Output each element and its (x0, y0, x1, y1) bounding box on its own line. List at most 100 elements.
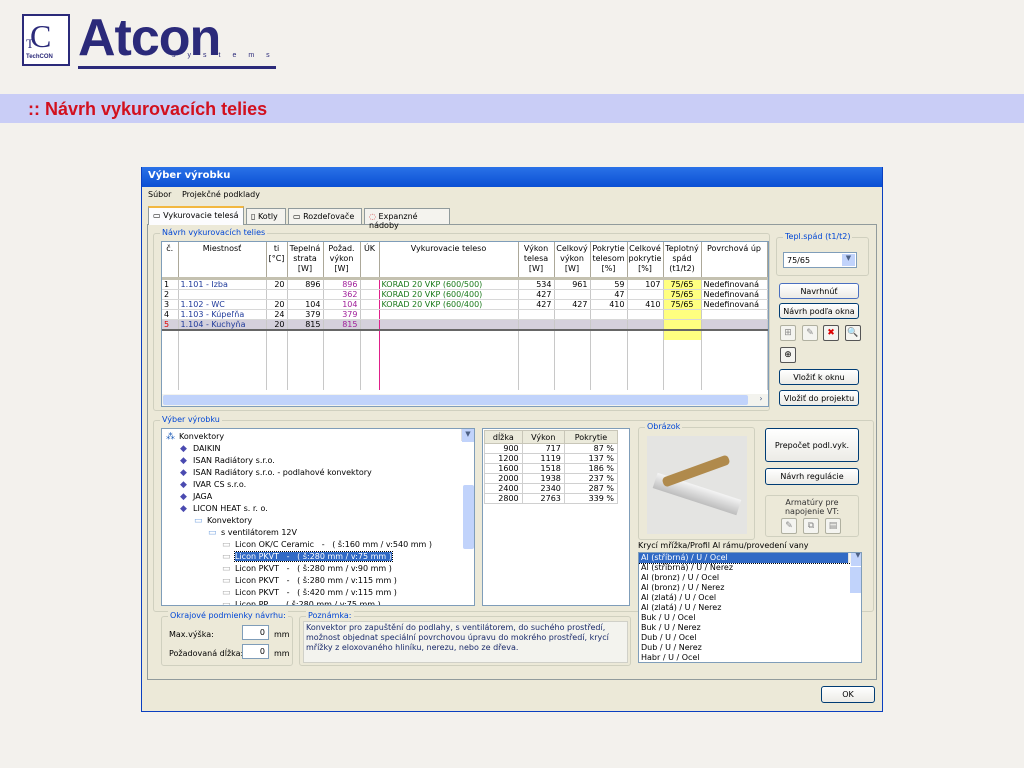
table-row[interactable]: 2 362 KORAD 20 VKP (600/400) 427 47 75/65 Nede… (162, 289, 768, 300)
grid-label: Krycí mřížka/Profil Al rámu/provedení va… (638, 541, 809, 550)
vlozit-k-oknu-button[interactable]: Vložiť k oknu (779, 369, 859, 385)
column-header[interactable]: Požad. výkon [W] (323, 242, 361, 280)
table-cell (590, 319, 628, 330)
table-row[interactable]: 5 1.104 - Kuchyňa 20 815 815 (162, 319, 768, 330)
list-item[interactable]: Al (bronz) / U / Ocel (639, 573, 849, 583)
column-header[interactable]: Výkon telesa [W] (518, 242, 555, 280)
tree-item[interactable]: ◆ IVAR CS s.r.o. (166, 479, 470, 491)
prepocet-button[interactable]: Prepočet podl.vyk. (765, 428, 859, 462)
table-cell: 2000 (484, 473, 523, 484)
column-header[interactable]: Povrchová úp (701, 242, 768, 280)
delete-icon[interactable]: ✖ (823, 325, 839, 341)
note-text: Konvektor pro zapuštění do podlahy, s ve… (303, 621, 628, 663)
column-header[interactable]: Teplotný spád (t1/t2) (663, 242, 702, 280)
tree-item[interactable]: ▭ Licon PKVT - ( š:280 mm / v:75 mm ) (166, 551, 470, 563)
table-cell: 237 % (563, 473, 619, 484)
table-row[interactable]: 900 717 87 % (484, 443, 619, 454)
horizontal-scrollbar[interactable]: › (162, 394, 768, 406)
list-item[interactable]: Dub / U / Ocel (639, 633, 849, 643)
column-header[interactable]: Pokrytie (563, 430, 619, 444)
list-item[interactable]: Dub / U / Nerez (639, 643, 849, 653)
tree-item[interactable]: ▭ Licon PKVT - ( š:420 mm / v:115 mm ) (166, 587, 470, 599)
tree-item[interactable]: ▭ s ventilátorem 12V (166, 527, 470, 539)
tab-rozdelovace[interactable]: ▭ Rozdeľovače (288, 208, 362, 224)
column-header[interactable]: Pokrytie telesom [%] (590, 242, 628, 280)
table-row[interactable]: 1600 1518 186 % (484, 463, 619, 474)
ok-button[interactable]: OK (821, 686, 875, 703)
table-row[interactable]: 1 1.101 - Izba 20 896 896 KORAD 20 VKP (600/5… (162, 278, 768, 290)
menu-projekcne-podklady[interactable]: Projekčné podklady (182, 190, 260, 199)
tree-item[interactable]: ▭ Konvektory (166, 515, 470, 527)
list-item[interactable]: Buk / U / Ocel (639, 613, 849, 623)
grid-options-list[interactable]: Al (stříbrná) / U / Ocel Al (stříbrná) / … (638, 552, 862, 663)
tree-item[interactable]: ◆ ISAN Radiátory s.r.o. (166, 455, 470, 467)
table-row[interactable]: 2000 1938 237 % (484, 473, 619, 484)
column-header[interactable]: Celkové pokrytie [%] (627, 242, 664, 280)
crosshair-icon[interactable]: ⊕ (780, 347, 796, 363)
tree-scrollbar[interactable]: ▲▼ (461, 429, 474, 549)
tree-root-icon: ⁂ (166, 431, 175, 442)
manufacturer-icon: ◆ (180, 503, 187, 514)
table-cell (590, 309, 628, 320)
tree-item[interactable]: ▭ Licon PKVT - ( š:280 mm / v:115 mm ) (166, 575, 470, 587)
note-icon[interactable]: ✎ (781, 518, 797, 534)
add-row-icon[interactable]: ⊞ (780, 325, 796, 341)
list-item[interactable]: Al (zlatá) / U / Nerez (639, 603, 849, 613)
list-item[interactable]: Buk / U / Nerez (639, 623, 849, 633)
menu-subor[interactable]: Súbor (148, 190, 171, 199)
column-header[interactable]: ti [°C] (266, 242, 288, 280)
scroll-right-arrow[interactable]: › (755, 394, 767, 406)
table-row[interactable]: 1200 1119 137 % (484, 453, 619, 464)
length-table: dĺžka Výkon Pokrytie 900 717 87 % 1200 1119 137 … (482, 428, 630, 606)
table-row[interactable]: 2800 2763 339 % (484, 493, 619, 504)
navrh-podla-okna-button[interactable]: Návrh podľa okna (779, 303, 859, 319)
column-header[interactable]: Celkový výkon [W] (554, 242, 591, 280)
tree-item[interactable]: ▭ Licon PP ( š:280 mm / v:75 mm ) (166, 599, 470, 605)
table-row[interactable]: 3 1.102 - WC 20 104 104 KORAD 20 VKP (600/400… (162, 299, 768, 310)
manufacturer-icon: ◆ (180, 455, 187, 466)
table-row[interactable]: 4 1.103 - Kúpeľňa 24 379 379 (162, 309, 768, 320)
column-header[interactable]: Miestnosť (178, 242, 267, 280)
tree-item[interactable]: ◆ DAIKIN (166, 443, 470, 455)
column-header[interactable]: Výkon (521, 430, 565, 444)
list-item[interactable]: Al (bronz) / U / Nerez (639, 583, 849, 593)
tree-item[interactable]: ▭ Licon OK/C Ceramic - ( š:160 mm / v:540… (166, 539, 470, 551)
tab-vykurovacie-telesa[interactable]: ▭ Vykurovacie telesá (148, 206, 244, 225)
list-item[interactable]: Habr / U / Ocel (639, 653, 849, 662)
max-height-input[interactable]: 0 (242, 625, 269, 640)
column-header[interactable]: ÚK (360, 242, 380, 280)
tree-item[interactable]: ◆ ISAN Radiátory s.r.o. - podlahové konve… (166, 467, 470, 479)
product-tree[interactable]: ▲▼ ⁂Konvektory◆DAIKIN◆ISAN Radiátory s.r… (161, 428, 475, 606)
column-header[interactable]: Vykurovacie teleso (379, 242, 519, 280)
search-icon[interactable]: 🔍 (845, 325, 861, 341)
tree-item[interactable]: ⁂ Konvektory (166, 431, 470, 443)
list-item[interactable]: Al (zlatá) / U / Ocel (639, 593, 849, 603)
copy-icon[interactable]: ⧉ (803, 518, 819, 534)
table-cell (701, 319, 768, 330)
list-item[interactable]: Al (stříbrná) / U / Ocel (639, 553, 850, 564)
table-cell: 20 (266, 278, 288, 290)
paste-icon[interactable]: ▤ (825, 518, 841, 534)
scrollbar-thumb[interactable] (163, 395, 748, 405)
tree-item[interactable]: ◆ LICON HEAT s. r. o. (166, 503, 470, 515)
tree-item[interactable]: ▭ Licon PKVT - ( š:280 mm / v:90 mm ) (166, 563, 470, 575)
tree-item[interactable]: ◆ JAGA (166, 491, 470, 503)
table-row[interactable]: 2400 2340 287 % (484, 483, 619, 494)
table-cell: 4 (162, 309, 179, 320)
column-header[interactable]: Tepelná strata [W] (287, 242, 324, 280)
required-length-input[interactable]: 0 (242, 644, 269, 659)
column-header[interactable]: č. (162, 242, 179, 280)
column-header[interactable]: dĺžka (484, 430, 523, 444)
tab-expanzne-nadoby[interactable]: ◌ Expanzné nádoby (364, 208, 450, 230)
list-item[interactable]: Al (stříbrná) / U / Nerez (639, 563, 849, 573)
navrhnut-button[interactable]: Navrhnúť (779, 283, 859, 299)
vlozit-do-projektu-button[interactable]: Vložiť do projektu (779, 390, 859, 406)
table-cell: 137 % (563, 453, 619, 464)
table-cell: 815 (287, 319, 324, 330)
table-cell (518, 309, 555, 320)
navrh-regulacie-button[interactable]: Návrh regulácie (765, 468, 859, 485)
list-scrollbar[interactable]: ▲▼ (848, 553, 861, 593)
tepl-spad-select[interactable]: 75/65 ▼ (783, 252, 857, 268)
edit-icon[interactable]: ✎ (802, 325, 818, 341)
tab-kotly[interactable]: ▯ Kotly (246, 208, 286, 224)
